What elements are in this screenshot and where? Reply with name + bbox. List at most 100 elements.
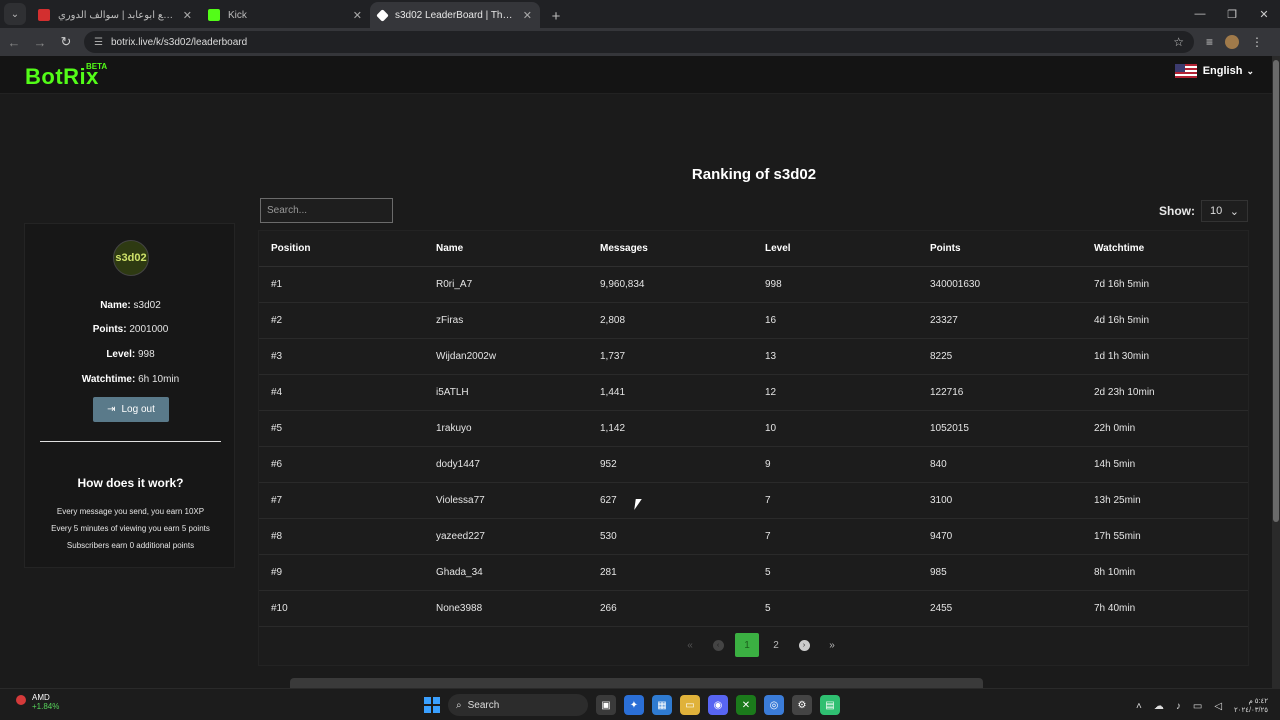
page-content: BotRix BETA English ⌄ Ranking of s3d02 S…	[0, 56, 1280, 688]
logout-button[interactable]: ⇥ Log out	[93, 397, 169, 422]
cell-level: 5	[765, 567, 771, 578]
table-row: #5 1rakuyo 1,142 10 1052015 22h 0min	[259, 411, 1248, 447]
cell-level: 998	[765, 279, 782, 290]
close-tab-icon[interactable]: ✕	[183, 9, 192, 22]
address-bar[interactable]: ☰ botrix.live/k/s3d02/leaderboard ☆	[84, 31, 1194, 53]
chrome-icon[interactable]: ◎	[764, 695, 784, 715]
pagination: « ‹ 1 2 › »	[679, 633, 843, 657]
microphone-icon[interactable]: ♪	[1176, 701, 1181, 712]
page-button-1[interactable]: 1	[735, 633, 759, 657]
reload-icon[interactable]: ↻	[54, 34, 78, 50]
cell-watchtime: 8h 10min	[1094, 567, 1136, 578]
search-icon: ⌕	[456, 699, 462, 711]
onedrive-icon[interactable]: ☁	[1154, 701, 1164, 712]
windows-start-icon[interactable]	[424, 697, 440, 713]
column-header-name[interactable]: Name	[436, 243, 463, 254]
cell-position: #5	[271, 423, 283, 434]
cell-name: yazeed227	[436, 531, 485, 542]
forward-icon[interactable]: →	[28, 35, 52, 50]
new-tab-button[interactable]: +	[544, 4, 568, 28]
vertical-scrollbar[interactable]	[1272, 56, 1280, 688]
reading-list-icon[interactable]: ≡	[1206, 35, 1213, 49]
next-page-icon[interactable]: ›	[793, 634, 815, 656]
windows-taskbar: AMD +1.84% ⌕ Search ▣ ✦ ▦ ▭ ◉ ✕ ◎ ⚙ ▤ ˄ …	[0, 688, 1280, 720]
cell-messages: 1,142	[600, 423, 626, 434]
xbox-icon[interactable]: ✕	[736, 695, 756, 715]
task-view-icon[interactable]: ▣	[596, 695, 616, 715]
profile-avatar-icon[interactable]	[1225, 35, 1240, 49]
taskbar-search-label: Search	[467, 699, 500, 711]
horizontal-scrollbar[interactable]	[290, 678, 983, 688]
taskbar-search[interactable]: ⌕ Search	[448, 694, 588, 716]
cell-points: 840	[930, 459, 947, 470]
cell-level: 12	[765, 387, 777, 398]
file-explorer-icon[interactable]: ▭	[680, 695, 700, 715]
scrollbar-thumb[interactable]	[1273, 60, 1279, 522]
previous-page-icon[interactable]: ‹	[707, 634, 729, 656]
search-input[interactable]	[260, 198, 393, 223]
restore-icon[interactable]: ❐	[1216, 0, 1248, 28]
browser-menu-icon[interactable]: ⋮	[1251, 35, 1263, 49]
cell-level: 7	[765, 495, 771, 506]
column-header-points[interactable]: Points	[930, 243, 961, 254]
back-icon[interactable]: ←	[2, 35, 26, 50]
last-page-icon[interactable]: »	[821, 634, 843, 656]
site-info-icon[interactable]: ☰	[94, 37, 103, 48]
stock-widget[interactable]: AMD +1.84%	[16, 693, 59, 711]
tab-title: s3d02 LeaderBoard | The best Chat	[395, 9, 517, 21]
channel-avatar: s3d02	[113, 240, 149, 276]
table-row: #1 R0ri_A7 9,960,834 998 340001630 7d 16h 5mi…	[259, 267, 1248, 303]
table-row: #8 yazeed227 530 7 9470 17h 55min	[259, 519, 1248, 555]
language-selector[interactable]: English ⌄	[1174, 64, 1254, 78]
cell-watchtime: 7h 40min	[1094, 603, 1136, 614]
cell-level: 10	[765, 423, 777, 434]
profile-name: Name: s3d02	[25, 300, 236, 311]
clock-time: ٥:٤٢ م	[1248, 698, 1268, 705]
url-text[interactable]: botrix.live/k/s3d02/leaderboard	[111, 37, 1173, 48]
table-row: #2 zFiras 2,808 16 23327 4d 16h 5min	[259, 303, 1248, 339]
browser-tab-2[interactable]: Kick ✕	[200, 2, 370, 28]
android-app-icon[interactable]: ▤	[820, 695, 840, 715]
cell-position: #6	[271, 459, 283, 470]
browser-tab-3[interactable]: s3d02 LeaderBoard | The best Chat ✕	[370, 2, 540, 28]
cell-watchtime: 22h 0min	[1094, 423, 1136, 434]
network-icon[interactable]: ▭	[1193, 701, 1202, 712]
column-header-position[interactable]: Position	[271, 243, 310, 254]
page-button-2[interactable]: 2	[765, 634, 787, 656]
close-tab-icon[interactable]: ✕	[353, 9, 362, 22]
copilot-icon[interactable]: ✦	[624, 695, 644, 715]
show-count-select[interactable]: 10 ⌄	[1201, 200, 1248, 222]
column-header-messages[interactable]: Messages	[600, 243, 648, 254]
tab-search-menu-button[interactable]: ⌄	[4, 3, 26, 25]
tab-title: Kick	[228, 9, 247, 21]
close-window-icon[interactable]: ✕	[1248, 0, 1280, 28]
close-tab-icon[interactable]: ✕	[523, 9, 532, 22]
minimize-icon[interactable]: —	[1184, 0, 1216, 28]
profile-level: Level: 998	[25, 349, 236, 360]
cell-watchtime: 17h 55min	[1094, 531, 1141, 542]
chevron-down-icon: ⌄	[1246, 65, 1254, 76]
cell-name: Ghada_34	[436, 567, 483, 578]
cell-points: 8225	[930, 351, 953, 362]
column-header-watchtime[interactable]: Watchtime	[1094, 243, 1144, 254]
points-value: 2001000	[129, 324, 169, 335]
cell-messages: 1,441	[600, 387, 626, 398]
cell-name: dody1447	[436, 459, 480, 470]
store-icon[interactable]: ▦	[652, 695, 672, 715]
profile-card: s3d02 Name: s3d02 Points: 2001000 Level:…	[24, 223, 235, 568]
cell-watchtime: 13h 25min	[1094, 495, 1141, 506]
cell-level: 5	[765, 603, 771, 614]
cell-position: #10	[271, 603, 288, 614]
chevron-up-icon[interactable]: ˄	[1136, 701, 1142, 712]
cell-points: 23327	[930, 315, 958, 326]
steam-icon[interactable]: ⚙	[792, 695, 812, 715]
bookmark-star-icon[interactable]: ☆	[1173, 35, 1184, 49]
column-header-level[interactable]: Level	[765, 243, 791, 254]
first-page-icon[interactable]: «	[679, 634, 701, 656]
discord-icon[interactable]: ◉	[708, 695, 728, 715]
clock[interactable]: ٥:٤٢ م ٢٠٢٤/٠٣/٢٥	[1234, 697, 1268, 715]
volume-icon[interactable]: ◁	[1214, 701, 1222, 712]
divider	[40, 441, 221, 442]
browser-tab-1[interactable]: عشاء مع ابوعابد | سوالف الدوري ✕	[30, 2, 200, 28]
cell-messages: 952	[600, 459, 617, 470]
